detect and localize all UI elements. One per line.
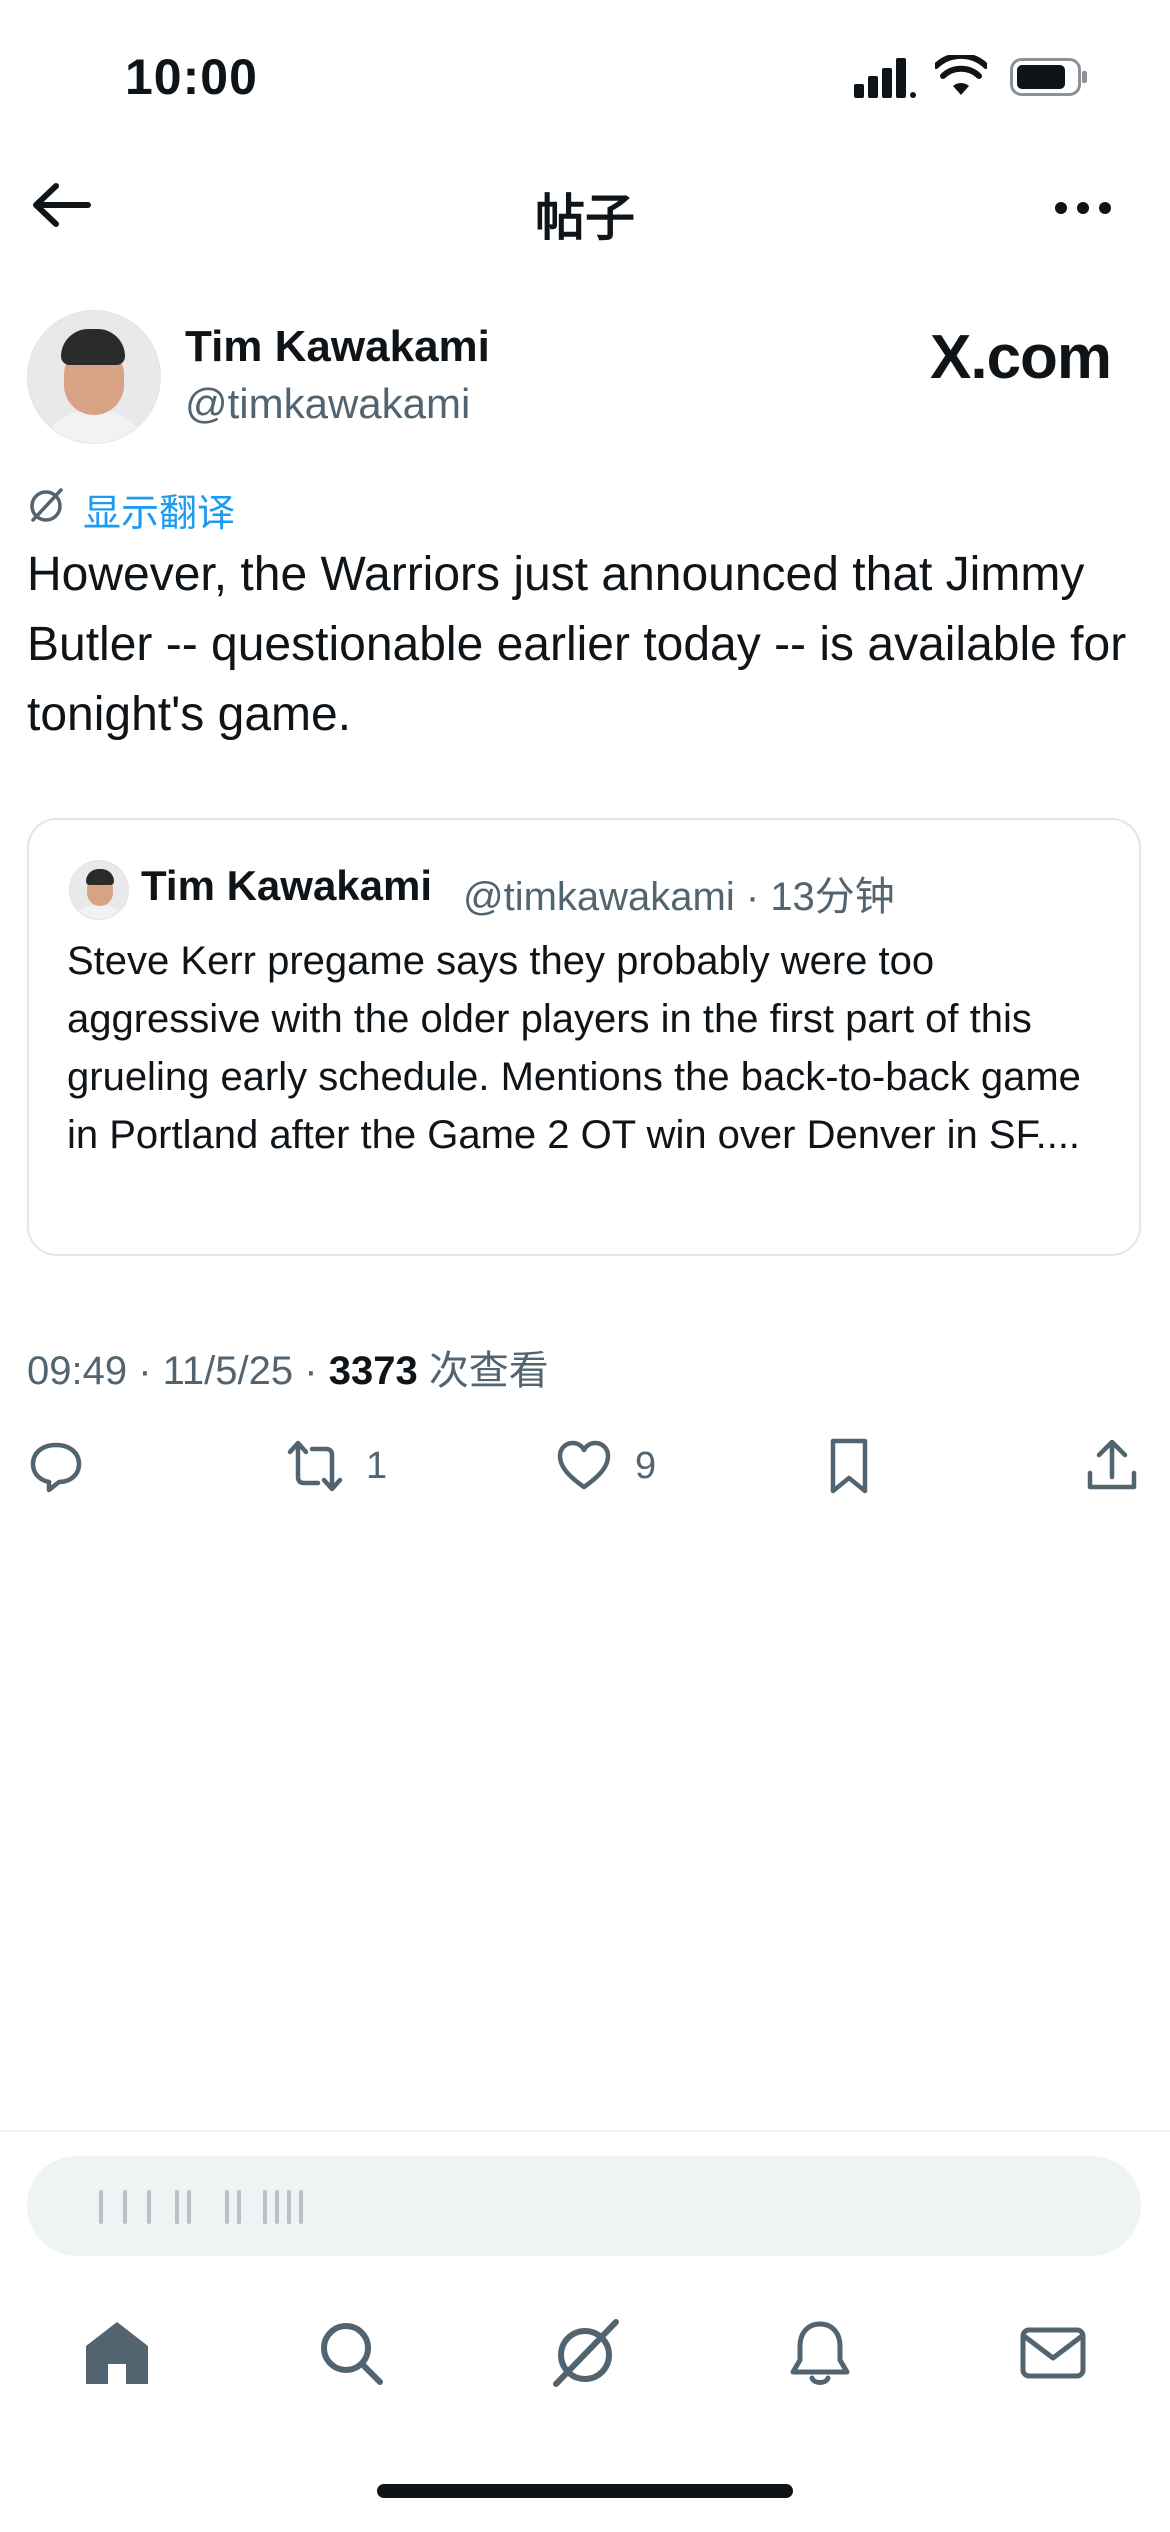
views-count: 3373 bbox=[328, 1349, 418, 1393]
reply-composer-input[interactable] bbox=[27, 2156, 1141, 2256]
meta-separator: · bbox=[734, 875, 771, 919]
bell-icon bbox=[790, 2321, 850, 2385]
tab-notifications[interactable] bbox=[785, 2318, 855, 2388]
show-translation-link[interactable]: 显示翻译 bbox=[83, 482, 235, 537]
share-button[interactable] bbox=[1083, 1436, 1141, 1496]
tab-grok[interactable] bbox=[550, 2318, 620, 2388]
status-time: 10:00 bbox=[125, 49, 258, 105]
views-label: 次查看 bbox=[428, 1349, 549, 1393]
tab-search[interactable] bbox=[316, 2318, 386, 2388]
quoted-author-handle: @timkawakami bbox=[463, 875, 735, 919]
meta-space bbox=[418, 1349, 429, 1393]
quoted-tweet-card[interactable]: Tim Kawakami @timkawakami · 13分钟 Steve K… bbox=[27, 818, 1141, 1256]
tweet-timestamp-views: 09:49 · 11/5/25 · 3373 次查看 bbox=[27, 1338, 549, 1396]
battery-icon bbox=[1010, 58, 1087, 96]
source-badge: X.com bbox=[930, 323, 1112, 392]
grok-icon[interactable] bbox=[27, 486, 65, 524]
home-indicator[interactable] bbox=[377, 2484, 793, 2498]
retweet-count: 1 bbox=[366, 1444, 388, 1487]
tweet-text: However, the Warriors just announced tha… bbox=[27, 548, 1127, 741]
tweet-time: 09:49 bbox=[27, 1349, 128, 1393]
meta-separator: · bbox=[127, 1349, 163, 1393]
bookmark-icon bbox=[830, 1438, 868, 1494]
more-options-icon[interactable] bbox=[1055, 202, 1111, 214]
reply-button[interactable] bbox=[27, 1436, 85, 1496]
page-title: 帖子 bbox=[535, 190, 635, 246]
tab-home[interactable] bbox=[82, 2318, 152, 2388]
tweet-date: 11/5/25 bbox=[162, 1349, 294, 1393]
cellular-signal-icon bbox=[854, 58, 916, 98]
search-icon bbox=[321, 2323, 383, 2385]
like-button[interactable]: 9 bbox=[555, 1436, 656, 1496]
bookmark-button[interactable] bbox=[820, 1436, 878, 1496]
meta-separator: · bbox=[293, 1349, 329, 1393]
reply-icon bbox=[30, 1442, 82, 1493]
mail-icon bbox=[1020, 2327, 1086, 2379]
grok-icon bbox=[553, 2319, 619, 2387]
retweet-icon bbox=[287, 1440, 343, 1492]
author-name[interactable]: Tim Kawakami bbox=[185, 322, 490, 372]
quoted-author-avatar bbox=[69, 860, 129, 920]
heart-icon bbox=[557, 1440, 611, 1490]
share-icon bbox=[1087, 1439, 1137, 1490]
author-avatar[interactable] bbox=[27, 310, 161, 444]
home-icon bbox=[86, 2322, 148, 2384]
quoted-tweet-text: Steve Kerr pregame says they probably we… bbox=[67, 939, 1081, 1157]
tab-messages[interactable] bbox=[1018, 2318, 1088, 2388]
quoted-time-ago: 13分钟 bbox=[770, 875, 895, 919]
quoted-author-meta: @timkawakami · 13分钟 bbox=[463, 864, 895, 922]
like-count: 9 bbox=[635, 1444, 657, 1487]
blurred-placeholder bbox=[77, 2190, 377, 2224]
author-handle[interactable]: @timkawakami bbox=[185, 380, 470, 428]
composer-divider bbox=[0, 2130, 1170, 2132]
quoted-author-name: Tim Kawakami bbox=[141, 862, 433, 909]
wifi-icon bbox=[935, 55, 987, 95]
retweet-button[interactable]: 1 bbox=[286, 1436, 387, 1496]
